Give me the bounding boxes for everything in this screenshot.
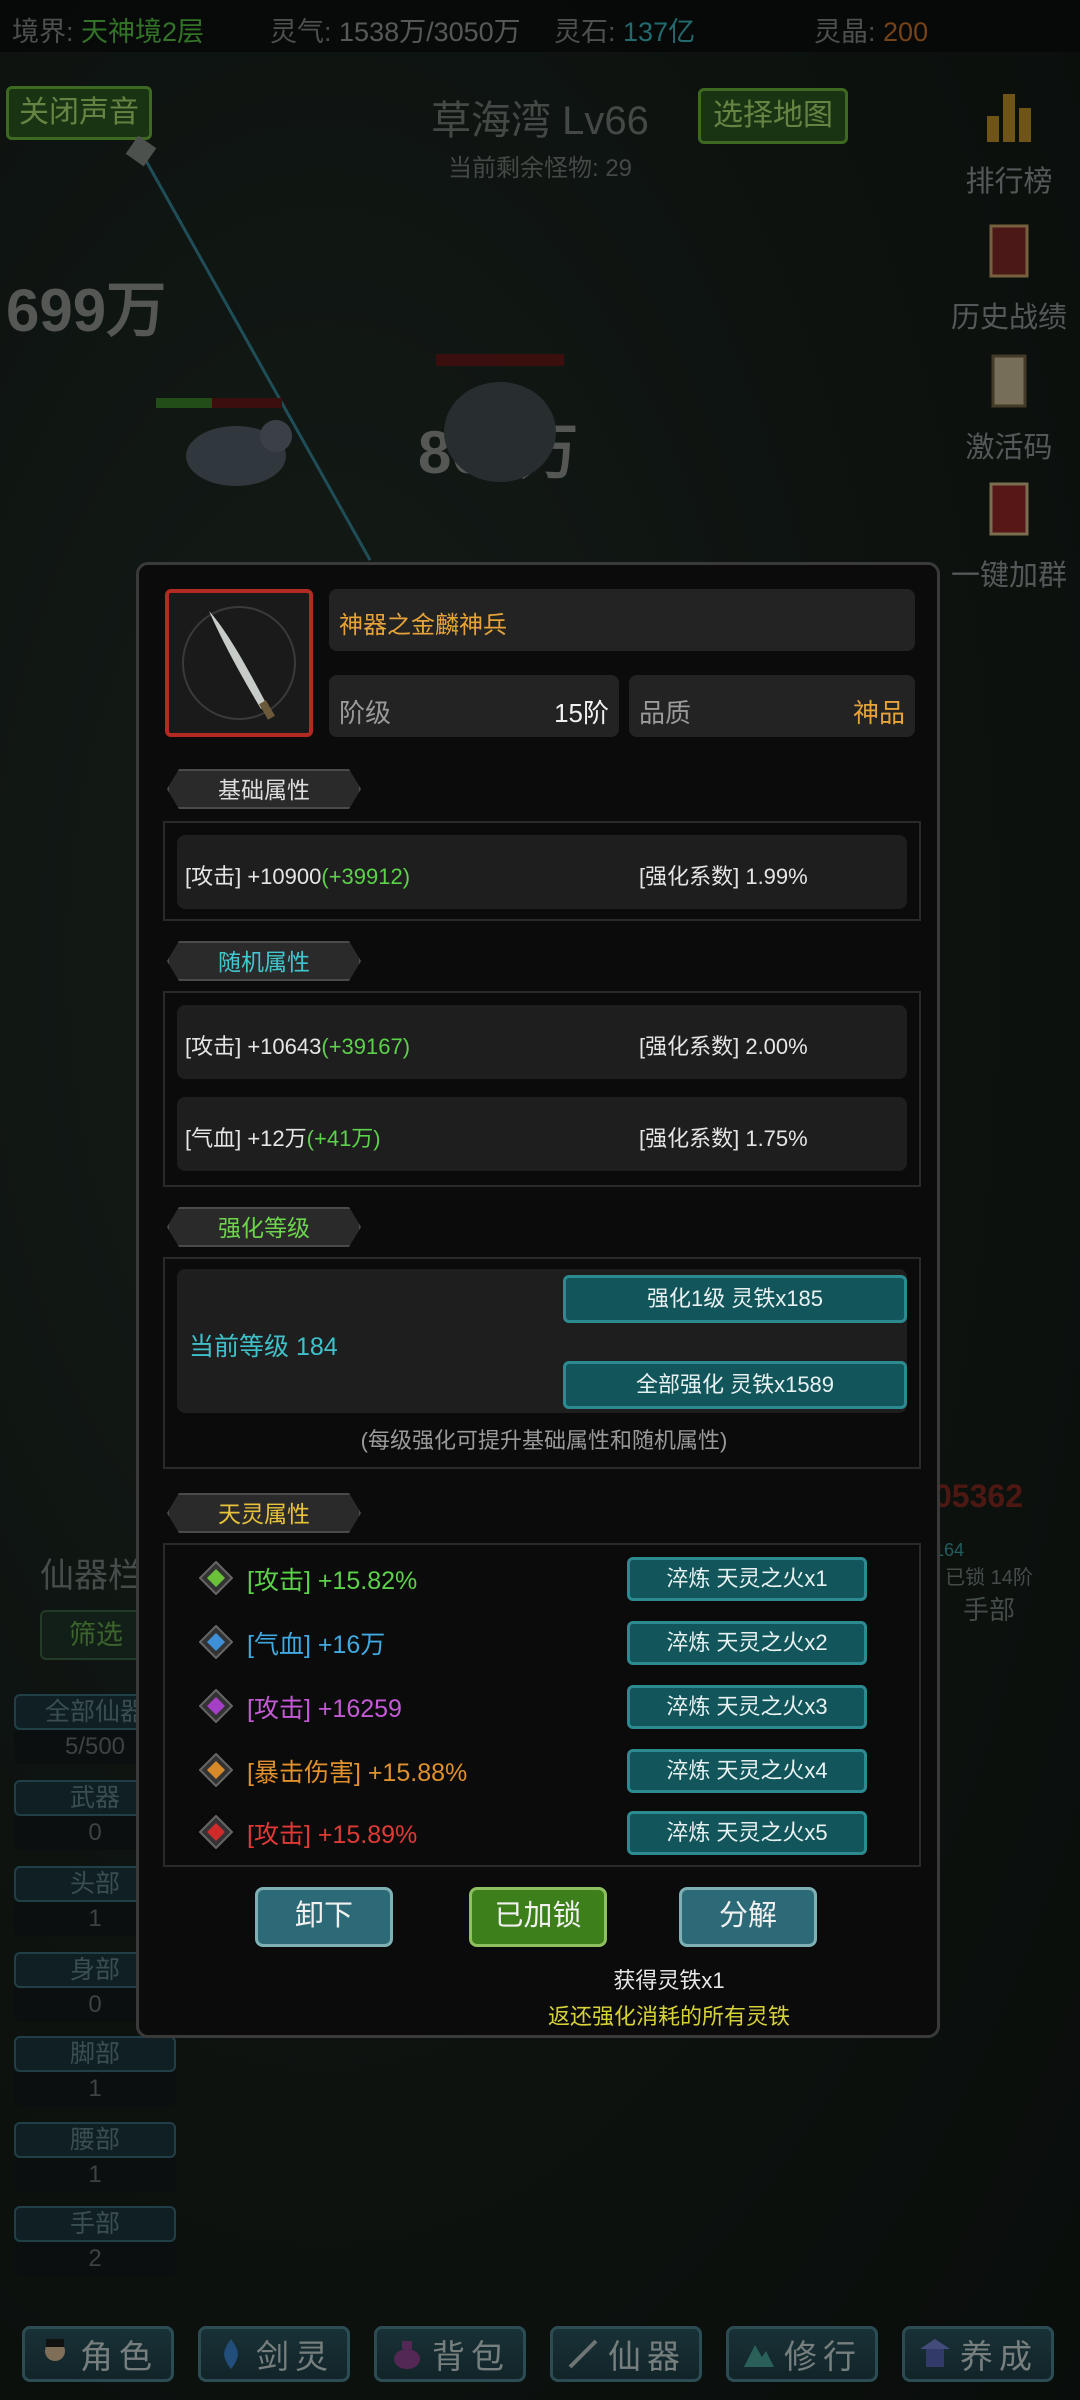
tianling-box: [攻击] +15.82% 淬炼 天灵之火x1 [气血] +16万 淬炼 天灵之火… [163,1543,921,1867]
equipment-detail-dialog: 神器之金麟神兵 阶级 15阶 品质 神品 基础属性 [攻击] +10900(+3… [136,562,940,2038]
refine-button[interactable]: 淬炼 天灵之火x2 [627,1621,867,1665]
item-name: 神器之金麟神兵 [339,612,507,639]
grade-field: 阶级 15阶 [329,675,619,737]
purple-gem-icon [199,1689,233,1723]
enhance-box: 当前等级 184 强化1级 灵铁x185 全部强化 灵铁x1589 (每级强化可… [163,1257,921,1469]
unequip-button[interactable]: 卸下 [255,1887,393,1947]
refine-button[interactable]: 淬炼 天灵之火x4 [627,1749,867,1793]
tianling-row: [攻击] +15.82% 淬炼 天灵之火x1 [199,1557,899,1601]
reward-text: 获得灵铁x1 [613,1968,725,1993]
enhance-note: (每级强化可提升基础属性和随机属性) [360,1428,728,1453]
random-attrs-box: [攻击] +10643(+39167) [强化系数] 2.00% [气血] +1… [163,991,921,1187]
tianling-row: [气血] +16万 淬炼 天灵之火x2 [199,1621,899,1665]
current-level: 当前等级 184 [189,1333,338,1361]
attr-row: [攻击] +10900(+39912) [强化系数] 1.99% [177,835,907,909]
attr-row: [攻击] +10643(+39167) [强化系数] 2.00% [177,1005,907,1079]
tianling-tag: 天灵属性 [167,1493,361,1533]
decompose-button[interactable]: 分解 [679,1887,817,1947]
item-name-field: 神器之金麟神兵 [329,589,915,651]
enhance-all-button[interactable]: 全部强化 灵铁x1589 [563,1361,907,1409]
refine-button[interactable]: 淬炼 天灵之火x1 [627,1557,867,1601]
base-attrs-box: [攻击] +10900(+39912) [强化系数] 1.99% [163,821,921,921]
enhance-one-button[interactable]: 强化1级 灵铁x185 [563,1275,907,1323]
refine-button[interactable]: 淬炼 天灵之火x3 [627,1685,867,1729]
random-attrs-tag: 随机属性 [167,941,361,981]
lock-button[interactable]: 已加锁 [469,1887,607,1947]
refund-text: 返还强化消耗的所有灵铁 [547,2004,790,2029]
refine-button[interactable]: 淬炼 天灵之火x5 [627,1811,867,1855]
base-attrs-tag: 基础属性 [167,769,361,809]
tianling-row: [攻击] +16259 淬炼 天灵之火x3 [199,1685,899,1729]
attr-row: [气血] +12万(+41万) [强化系数] 1.75% [177,1097,907,1171]
red-gem-icon [199,1815,233,1849]
blue-gem-icon [199,1625,233,1659]
green-gem-icon [199,1561,233,1595]
orange-gem-icon [199,1753,233,1787]
item-slot [165,589,313,737]
enhance-tag: 强化等级 [167,1207,361,1247]
curved-blade-icon [182,606,296,720]
quality-field: 品质 神品 [629,675,915,737]
tianling-row: [攻击] +15.89% 淬炼 天灵之火x5 [199,1811,899,1855]
tianling-row: [暴击伤害] +15.88% 淬炼 天灵之火x4 [199,1749,899,1793]
